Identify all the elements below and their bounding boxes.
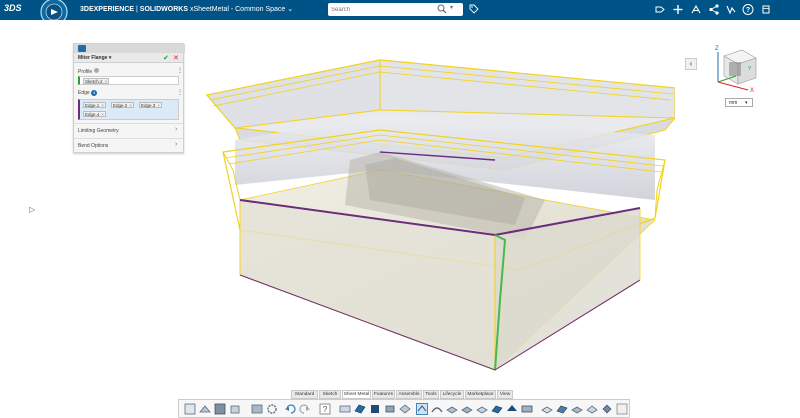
search-dropdown-icon[interactable]: ▾ xyxy=(450,4,458,14)
edge-chip[interactable]: Edge.2 × xyxy=(111,102,134,108)
box-icon[interactable] xyxy=(229,403,241,415)
tab-sketch[interactable]: Sketch xyxy=(319,390,341,399)
bend-icon[interactable] xyxy=(431,403,443,415)
collaborate-icon[interactable] xyxy=(690,3,702,16)
unit-value: mm xyxy=(729,100,738,106)
tab-assemble[interactable]: Assemble xyxy=(396,390,422,399)
share-network-icon[interactable] xyxy=(708,3,720,16)
tab-sheet-metal[interactable]: Sheet Metal xyxy=(342,390,371,399)
redo-icon[interactable] xyxy=(299,403,311,415)
miter-flange-panel: Miter Flange ▾ ✔ ✕ Profile ⋮ Sketch.2 × E… xyxy=(73,43,185,153)
edge-field[interactable]: Edge.1 × Edge.2 × Edge.3 × Edge.4 × xyxy=(78,99,179,120)
tag-icon[interactable] xyxy=(469,4,479,14)
panel-tab[interactable] xyxy=(74,44,185,53)
ok-check-icon[interactable]: ✔ xyxy=(163,54,169,62)
flat-pattern-icon[interactable] xyxy=(446,403,458,415)
chevron-right-icon[interactable]: › xyxy=(175,126,177,133)
title-brand: 3DEXPERIENCE xyxy=(80,6,135,13)
top-bar: 3DS 3DEXPERIENCE | SOLIDWORKS xSheetMeta… xyxy=(0,0,800,26)
apps-icon[interactable] xyxy=(725,3,737,16)
share-icon[interactable] xyxy=(654,3,666,16)
remove-chip-icon[interactable]: × xyxy=(157,103,160,108)
chevron-right-icon[interactable]: › xyxy=(175,141,177,148)
profile-label: Profile xyxy=(78,68,99,75)
svg-text:?: ? xyxy=(746,7,750,14)
edge-chip[interactable]: Edge.1 × xyxy=(83,102,106,108)
bend-options-section[interactable]: Bend Options › xyxy=(74,138,183,152)
more-tools-icon[interactable] xyxy=(616,403,628,415)
miter-flange-active-icon[interactable] xyxy=(416,403,428,415)
tab-icon[interactable] xyxy=(369,403,381,415)
tab-marketplace[interactable]: Marketplace xyxy=(465,390,496,399)
axis-z-label: Z xyxy=(715,46,719,52)
profile-field[interactable]: Sketch.2 × xyxy=(78,76,179,85)
add-icon[interactable] xyxy=(672,3,684,16)
stamp-icon[interactable] xyxy=(541,403,553,415)
base-flange-icon[interactable] xyxy=(199,403,211,415)
fold-icon[interactable] xyxy=(506,403,518,415)
hem-icon[interactable] xyxy=(354,403,366,415)
unit-select[interactable]: mm ▾ xyxy=(725,98,753,107)
search-icon[interactable] xyxy=(437,4,447,14)
bottom-toolbar: ? xyxy=(178,399,630,418)
title-app: SOLIDWORKS xyxy=(139,6,189,13)
lofted-bend-icon[interactable] xyxy=(491,403,503,415)
convert-icon[interactable] xyxy=(601,403,613,415)
axis-x-label: X xyxy=(750,88,754,94)
edge-chip[interactable]: Edge.4 × xyxy=(83,111,106,117)
tab-lifecycle[interactable]: Lifecycle xyxy=(440,390,464,399)
corner-icon[interactable] xyxy=(476,403,488,415)
tab-view[interactable]: View xyxy=(497,390,513,399)
svg-text:?: ? xyxy=(323,405,328,414)
title-space: xSheetMetal - Common Space xyxy=(189,6,286,13)
limiting-geometry-label: Limiting Geometry xyxy=(78,128,119,134)
info-icon[interactable] xyxy=(93,68,99,73)
help-icon[interactable]: ? xyxy=(319,403,331,415)
view-cube[interactable]: Z Y X xyxy=(708,42,760,94)
edge-menu-icon[interactable]: ⋮ xyxy=(177,89,183,96)
save-icon[interactable] xyxy=(214,403,226,415)
panel-title[interactable]: Miter Flange ▾ xyxy=(78,55,111,61)
app-title: 3DEXPERIENCE | SOLIDWORKS xSheetMetal - … xyxy=(80,6,294,13)
tab-tools[interactable]: Tools xyxy=(423,390,439,399)
undo-icon[interactable] xyxy=(284,403,296,415)
sheet-icon[interactable] xyxy=(521,403,533,415)
panel-header: Miter Flange ▾ ✔ ✕ xyxy=(74,53,183,63)
help-icon[interactable]: ? xyxy=(742,3,754,16)
cut-icon[interactable] xyxy=(384,403,396,415)
profile-menu-icon[interactable]: ⋮ xyxy=(177,67,183,74)
gear-icon[interactable] xyxy=(266,403,278,415)
punch-icon[interactable] xyxy=(556,403,568,415)
limiting-geometry-section[interactable]: Limiting Geometry › xyxy=(74,123,183,137)
edge-label: Edge 4 xyxy=(78,90,98,96)
ds-logo: 3DS xyxy=(4,3,22,13)
edge-chip[interactable]: Edge.3 × xyxy=(139,102,162,108)
remove-chip-icon[interactable]: × xyxy=(101,103,104,108)
tab-standard[interactable]: Standard xyxy=(291,390,318,399)
expand-panel-icon[interactable]: ▷ xyxy=(29,205,35,214)
sheet-metal-model[interactable] xyxy=(195,40,675,380)
search-input[interactable] xyxy=(331,3,431,16)
chevron-down-icon[interactable]: ⌄ xyxy=(287,6,293,13)
remove-chip-icon[interactable]: × xyxy=(129,103,132,108)
remove-chip-icon[interactable]: × xyxy=(105,79,108,84)
chevron-down-icon[interactable]: ▾ xyxy=(745,100,748,106)
unfold-icon[interactable] xyxy=(399,403,411,415)
cancel-x-icon[interactable]: ✕ xyxy=(173,54,179,62)
tab-features[interactable]: Features xyxy=(372,390,395,399)
chevron-left-icon[interactable]: ‹ xyxy=(685,58,697,70)
bend-options-label: Bend Options xyxy=(78,143,109,149)
vent-icon[interactable] xyxy=(571,403,583,415)
gusset-icon[interactable] xyxy=(586,403,598,415)
feature-icon xyxy=(78,45,86,52)
relief-icon[interactable] xyxy=(461,403,473,415)
edge-count-badge: 4 xyxy=(91,90,98,96)
profile-chip[interactable]: Sketch.2 × xyxy=(83,78,110,84)
miter-flange-icon[interactable] xyxy=(339,403,351,415)
edge-flange-icon[interactable] xyxy=(251,403,263,415)
remove-chip-icon[interactable]: × xyxy=(101,112,104,117)
select-icon[interactable] xyxy=(184,403,196,415)
settings-icon[interactable] xyxy=(760,3,772,16)
